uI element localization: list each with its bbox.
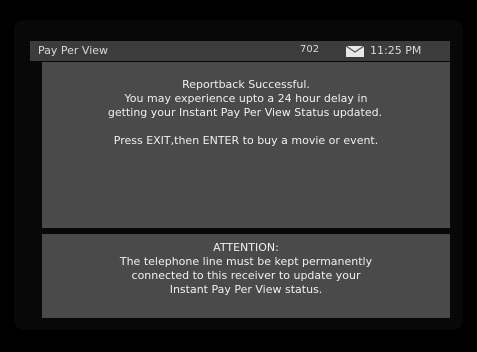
attention-heading: ATTENTION: (213, 241, 279, 254)
message-panel: Reportback Successful. You may experienc… (42, 62, 450, 228)
header-bar: Pay Per View 702 11:25 PM (30, 41, 450, 61)
envelope-icon (346, 46, 364, 57)
message-line-2: You may experience upto a 24 hour delay … (124, 92, 368, 105)
message-line-4: Press EXIT,then ENTER to buy a movie or … (113, 134, 379, 147)
channel-number: 702 (300, 44, 320, 55)
attention-panel: ATTENTION: The telephone line must be ke… (42, 234, 450, 318)
screen-title: Pay Per View (38, 44, 109, 57)
attention-line-1: The telephone line must be kept permanen… (119, 255, 373, 268)
clock-time: 11:25 PM (370, 44, 422, 57)
message-line-1: Reportback Successful. (182, 78, 310, 91)
attention-line-3: Instant Pay Per View status. (169, 283, 323, 296)
attention-line-2: connected to this receiver to update you… (131, 269, 361, 282)
message-line-3: getting your Instant Pay Per View Status… (107, 106, 383, 119)
